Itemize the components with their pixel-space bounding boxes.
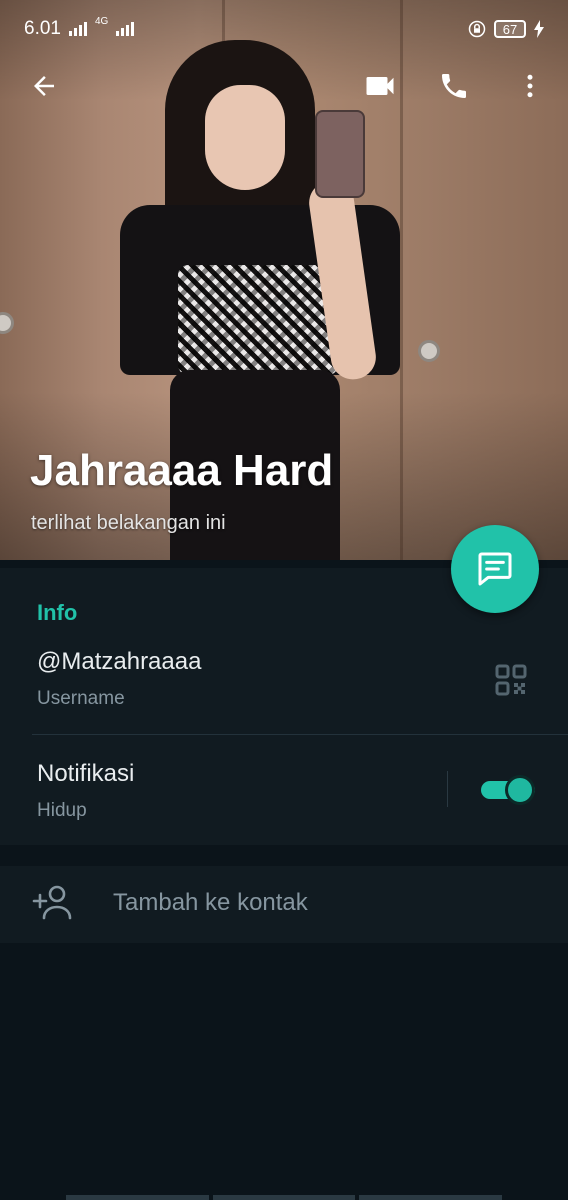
status-time: 6.01 <box>24 18 61 39</box>
signal-icon-2 <box>116 22 135 36</box>
username-label: Username <box>37 688 125 709</box>
vpn-lock-icon <box>468 20 486 38</box>
more-vert-icon <box>527 74 533 98</box>
bottom-edge-hint <box>66 1195 503 1200</box>
signal-icon <box>68 22 87 36</box>
notifications-status: Hidup <box>37 800 87 821</box>
username-value: @Matzahraaaa <box>37 648 202 675</box>
battery-indicator: 67 <box>494 20 526 38</box>
vertical-divider <box>447 771 448 807</box>
voice-call-button[interactable] <box>434 66 474 106</box>
person-add-icon <box>32 885 72 920</box>
last-seen-status: terlihat belakangan ini <box>31 512 226 534</box>
add-to-contacts-row[interactable]: Tambah ke kontak <box>0 866 568 943</box>
add-to-contacts-label: Tambah ke kontak <box>113 889 308 916</box>
arrow-left-icon <box>34 76 54 96</box>
status-bar: 6.01 4G 67 <box>0 0 568 58</box>
back-button[interactable] <box>24 66 64 106</box>
row-divider <box>32 734 568 735</box>
contact-name: Jahraaaa Hard <box>30 446 334 495</box>
door-knob <box>418 340 440 362</box>
more-options-button[interactable] <box>510 66 550 106</box>
door-knob <box>0 312 14 334</box>
videocam-icon <box>366 77 394 95</box>
qr-code-icon[interactable] <box>495 664 527 696</box>
video-call-button[interactable] <box>360 66 400 106</box>
top-app-bar <box>0 58 568 114</box>
charging-icon <box>534 20 544 38</box>
notifications-label: Notifikasi <box>37 760 135 787</box>
network-type: 4G <box>94 16 109 27</box>
message-button[interactable] <box>451 525 539 613</box>
message-icon <box>478 552 512 586</box>
notifications-toggle[interactable] <box>481 775 535 805</box>
phone-icon <box>442 74 466 98</box>
info-section-title: Info <box>37 600 78 625</box>
